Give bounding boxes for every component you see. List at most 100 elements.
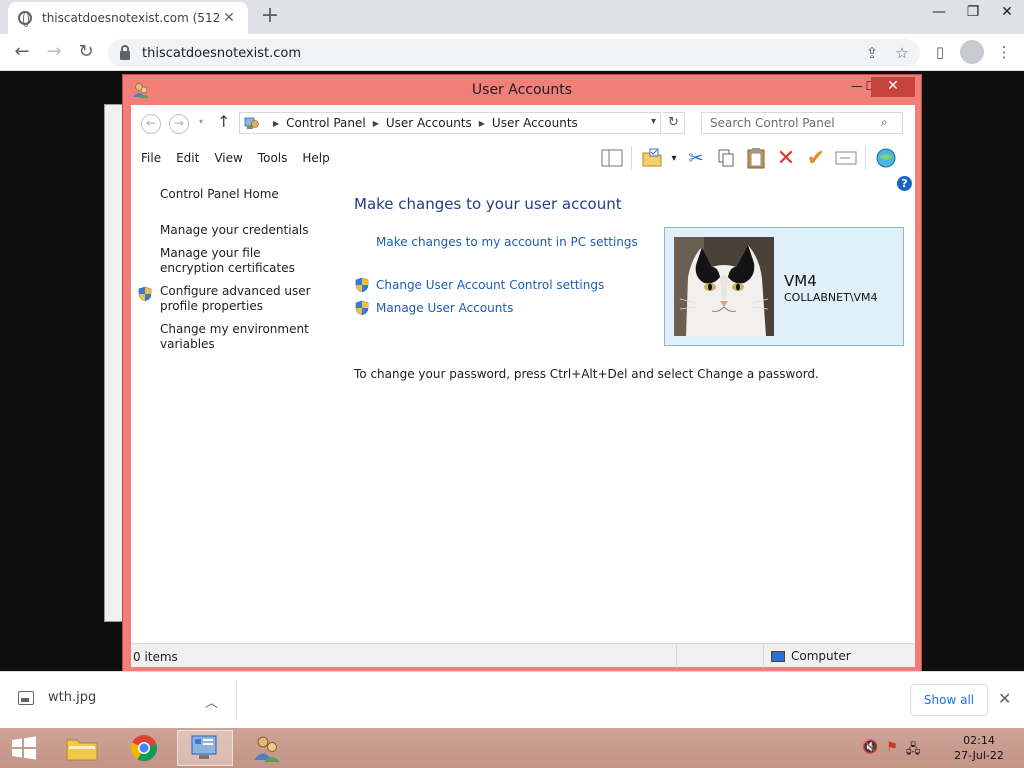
star-icon[interactable]: ☆ bbox=[892, 43, 912, 63]
browser-toolbar: ← → ↻ thiscatdoesnotexist.com ⇪ ☆ ▯ ⋮ bbox=[0, 34, 1024, 71]
breadcrumb-separator-icon[interactable]: ▶ bbox=[479, 119, 485, 128]
delete-icon[interactable]: ✕ bbox=[771, 145, 801, 171]
taskbar: 🔇 ⚑ 🖧 02:14 27-Jul-22 bbox=[0, 728, 1024, 768]
rename-icon[interactable] bbox=[831, 145, 861, 171]
status-divider bbox=[676, 644, 677, 668]
network-icon[interactable]: 🖧 bbox=[906, 740, 921, 762]
breadcrumb[interactable]: ▶ Control Panel ▶ User Accounts ▶ User A… bbox=[239, 112, 661, 134]
uac-settings-link[interactable]: Change User Account Control settings bbox=[376, 278, 604, 292]
browser-restore-button[interactable]: ❐ bbox=[956, 0, 990, 24]
forward-arrow-icon[interactable]: → bbox=[42, 40, 66, 64]
computer-icon bbox=[771, 650, 785, 662]
toolbar: ▾ ✂ ✕ ✔ bbox=[597, 145, 901, 171]
search-icon[interactable]: ⌕ bbox=[881, 115, 888, 130]
system-tray: 🔇 ⚑ 🖧 bbox=[862, 740, 920, 762]
browser-tab[interactable]: thiscatdoesnotexist.com (512×512) ✕ bbox=[8, 2, 248, 34]
share-icon[interactable]: ⇪ bbox=[862, 43, 882, 63]
menu-edit[interactable]: Edit bbox=[176, 151, 199, 165]
download-separator bbox=[236, 680, 237, 720]
globe-icon[interactable] bbox=[871, 145, 901, 171]
status-divider bbox=[763, 644, 764, 668]
status-location: Computer bbox=[771, 649, 851, 663]
copy-icon[interactable] bbox=[711, 145, 741, 171]
download-filename: wth.jpg bbox=[48, 690, 97, 705]
menu-view[interactable]: View bbox=[214, 151, 242, 165]
cut-icon[interactable]: ✂ bbox=[681, 145, 711, 171]
lock-icon bbox=[120, 44, 130, 60]
menu-bar: File Edit View Tools Help bbox=[141, 151, 330, 165]
windows-start-icon[interactable] bbox=[10, 736, 38, 760]
browser-minimize-button[interactable]: — bbox=[922, 0, 956, 24]
new-tab-button[interactable]: + bbox=[258, 3, 282, 28]
window-titlebar[interactable]: User Accounts — ☐ ✕ bbox=[123, 75, 921, 105]
nav-control-panel-home[interactable]: Control Panel Home bbox=[160, 187, 320, 202]
download-shelf: wth.jpg ︿ Show all ✕ bbox=[0, 671, 1024, 728]
back-button[interactable]: ← bbox=[141, 114, 161, 134]
toolbar-separator bbox=[631, 146, 633, 170]
page-title: Make changes to your user account bbox=[354, 195, 622, 213]
address-dropdown-icon[interactable]: ▾ bbox=[651, 116, 656, 127]
paste-icon[interactable] bbox=[741, 145, 771, 171]
nav-manage-credentials[interactable]: Manage your credentials bbox=[160, 223, 320, 238]
uac-shield-icon bbox=[355, 300, 369, 316]
url-text: thiscatdoesnotexist.com bbox=[142, 45, 302, 61]
nav-file-encryption-certificates[interactable]: Manage your file encryption certificates bbox=[160, 246, 320, 276]
pc-settings-link[interactable]: Make changes to my account in PC setting… bbox=[376, 235, 638, 249]
tab-title: thiscatdoesnotexist.com (512×512) bbox=[42, 11, 220, 25]
help-icon[interactable]: ? bbox=[897, 176, 912, 191]
menu-tools[interactable]: Tools bbox=[258, 151, 288, 165]
download-item[interactable]: wth.jpg bbox=[18, 690, 236, 705]
status-location-label: Computer bbox=[791, 649, 851, 663]
profile-avatar[interactable] bbox=[960, 40, 984, 64]
search-input[interactable] bbox=[701, 112, 903, 134]
chevron-up-icon[interactable]: ︿ bbox=[205, 692, 218, 711]
side-panel-icon[interactable]: ▯ bbox=[928, 40, 952, 64]
breadcrumb-user-accounts[interactable]: User Accounts bbox=[386, 116, 472, 130]
folder-options-icon[interactable] bbox=[637, 145, 667, 171]
back-arrow-icon[interactable]: ← bbox=[10, 40, 34, 64]
password-instructions: To change your password, press Ctrl+Alt+… bbox=[354, 367, 819, 381]
breadcrumb-user-accounts-current[interactable]: User Accounts bbox=[492, 116, 578, 130]
menu-help[interactable]: Help bbox=[302, 151, 329, 165]
nav-advanced-user-profile[interactable]: Configure advanced user profile properti… bbox=[160, 284, 320, 314]
breadcrumb-control-panel[interactable]: Control Panel bbox=[286, 116, 366, 130]
action-center-flag-icon[interactable]: ⚑ bbox=[886, 740, 898, 762]
folder-options-dropdown-icon[interactable]: ▾ bbox=[667, 145, 681, 171]
control-panel-icon bbox=[244, 117, 259, 129]
uac-shield-icon bbox=[355, 277, 369, 293]
up-arrow-icon[interactable]: ↑ bbox=[217, 112, 230, 131]
window-close-button[interactable]: ✕ bbox=[871, 77, 915, 97]
reload-icon[interactable]: ↻ bbox=[74, 40, 98, 64]
user-domain: COLLABNET\VM4 bbox=[784, 291, 878, 304]
item-count: 0 items bbox=[133, 650, 178, 664]
user-accounts-window: User Accounts — ☐ ✕ ← → ▾ ↑ bbox=[122, 74, 922, 672]
uac-shield-icon bbox=[138, 286, 152, 302]
properties-check-icon[interactable]: ✔ bbox=[801, 145, 831, 171]
close-icon[interactable]: ✕ bbox=[998, 689, 1011, 708]
breadcrumb-separator-icon[interactable]: ▶ bbox=[373, 119, 379, 128]
recent-pages-dropdown-icon[interactable]: ▾ bbox=[199, 117, 203, 126]
tab-close-icon[interactable]: ✕ bbox=[220, 10, 238, 26]
user-account-card: VM4 COLLABNET\VM4 bbox=[664, 227, 904, 346]
speaker-muted-icon[interactable]: 🔇 bbox=[862, 740, 878, 762]
user-avatar bbox=[674, 237, 774, 336]
address-bar[interactable]: thiscatdoesnotexist.com ⇪ ☆ bbox=[108, 39, 920, 67]
manage-user-accounts-link[interactable]: Manage User Accounts bbox=[376, 301, 513, 315]
toolbar-separator bbox=[865, 146, 867, 170]
file-explorer-taskbar-icon[interactable] bbox=[54, 730, 110, 766]
control-panel-taskbar-icon[interactable] bbox=[177, 730, 233, 766]
menu-file[interactable]: File bbox=[141, 151, 161, 165]
kebab-menu-icon[interactable]: ⋮ bbox=[992, 40, 1016, 64]
breadcrumb-separator-icon[interactable]: ▶ bbox=[273, 119, 279, 128]
refresh-button[interactable]: ↻ bbox=[663, 112, 685, 134]
menu-row: File Edit View Tools Help ▾ ✂ ✕ ✔ bbox=[131, 141, 915, 175]
nav-environment-variables[interactable]: Change my environment variables bbox=[160, 322, 320, 352]
show-all-button[interactable]: Show all bbox=[910, 684, 988, 716]
globe-icon bbox=[18, 11, 32, 27]
preview-pane-icon[interactable] bbox=[597, 145, 627, 171]
browser-close-button[interactable]: ✕ bbox=[990, 0, 1024, 24]
taskbar-clock[interactable]: 02:14 27-Jul-22 bbox=[944, 733, 1014, 763]
user-accounts-taskbar-icon[interactable] bbox=[239, 730, 295, 766]
forward-button[interactable]: → bbox=[169, 114, 189, 134]
chrome-taskbar-icon[interactable] bbox=[116, 730, 172, 766]
